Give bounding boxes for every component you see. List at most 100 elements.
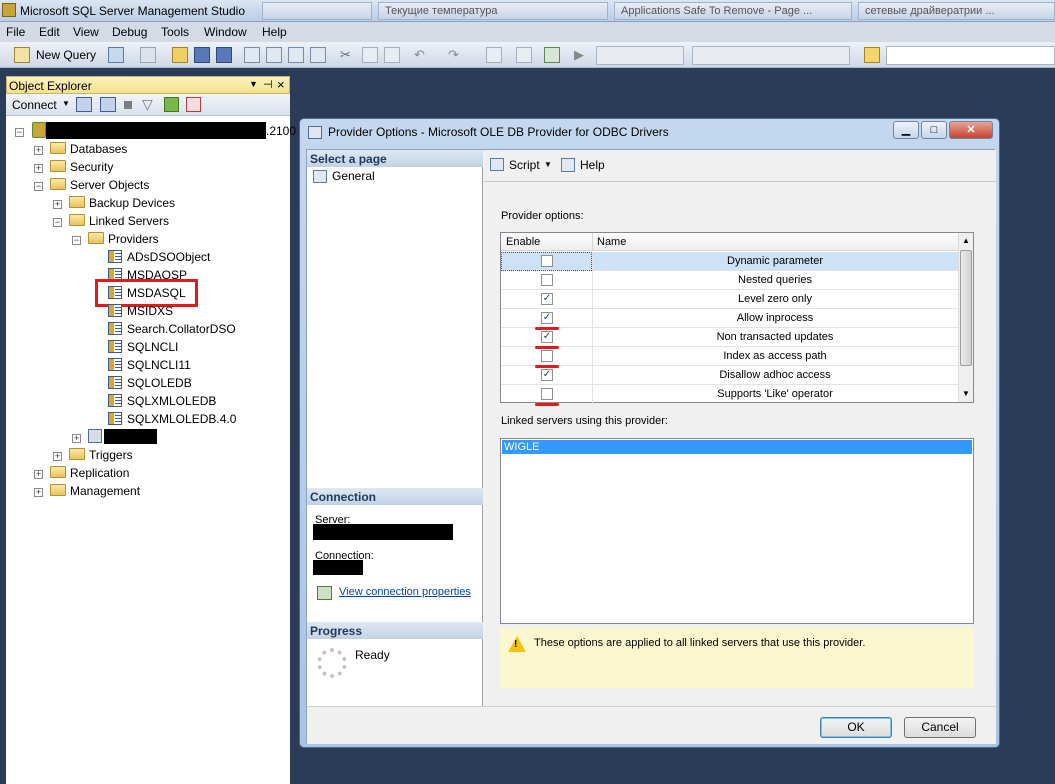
filter-icon[interactable]: ▽ [142, 97, 156, 112]
tree-security[interactable]: Security [70, 160, 113, 174]
tree-databases[interactable]: Databases [70, 142, 127, 156]
script-dropdown-icon[interactable]: ▼ [544, 160, 552, 169]
maximize-icon[interactable]: □ [921, 121, 947, 139]
tree-provider-item[interactable]: ADsDSOObject [127, 250, 210, 264]
save-icon[interactable] [194, 47, 210, 63]
scroll-down-icon[interactable]: ▼ [962, 389, 970, 398]
option-row[interactable]: ✓ Disallow adhoc access [501, 366, 958, 385]
option-row[interactable]: ✓ Non transacted updates [501, 328, 958, 347]
tree-management[interactable]: Management [70, 484, 140, 498]
find-in-files-icon[interactable] [864, 47, 880, 63]
option-checkbox[interactable] [541, 350, 553, 362]
help-button[interactable]: Help [580, 158, 605, 172]
stop-icon[interactable] [124, 101, 132, 109]
tree-provider-item[interactable]: SQLOLEDB [127, 376, 192, 390]
option-row[interactable]: Dynamic parameter [501, 252, 958, 271]
menu-view[interactable]: View [73, 25, 99, 39]
navigate-forward-icon[interactable] [516, 47, 532, 63]
xmla-icon[interactable] [310, 47, 326, 63]
menu-tools[interactable]: Tools [161, 25, 189, 39]
find-combo-input[interactable] [886, 46, 1055, 65]
minimize-icon[interactable]: ▁ [893, 121, 919, 139]
connect-object-explorer-icon[interactable] [76, 97, 92, 112]
navigate-backward-icon[interactable] [486, 47, 502, 63]
option-checkbox[interactable] [541, 255, 553, 267]
collapse-server-objects-icon[interactable]: − [34, 182, 43, 191]
expand-linked-server-icon[interactable]: + [72, 434, 81, 443]
option-checkbox[interactable]: ✓ [541, 312, 553, 324]
tree-provider-item[interactable]: Search.CollatorDSO [127, 322, 236, 336]
save-all-icon[interactable] [216, 47, 232, 63]
tree-provider-item[interactable]: MSIDXS [127, 304, 173, 318]
redo-icon[interactable]: ↷ [448, 47, 464, 63]
col-name[interactable]: Name [597, 236, 626, 248]
expand-security-icon[interactable]: + [34, 164, 43, 173]
refresh-icon[interactable] [164, 97, 179, 112]
option-row[interactable]: ✓ Level zero only [501, 290, 958, 309]
taskbar-tab-4[interactable]: сетевые драйвератрии ... [858, 2, 1055, 20]
mdx-icon[interactable] [266, 47, 282, 63]
option-row[interactable]: Nested queries [501, 271, 958, 290]
taskbar-tab-3[interactable]: Applications Safe To Remove - Page ... [614, 2, 852, 20]
option-checkbox[interactable]: ✓ [541, 369, 553, 381]
tree-backup-devices[interactable]: Backup Devices [89, 196, 175, 210]
close-icon[interactable]: × [277, 77, 285, 92]
option-checkbox[interactable]: ✓ [541, 331, 553, 343]
grid-scrollbar[interactable]: ▲ ▼ [958, 233, 973, 402]
option-checkbox[interactable]: ✓ [541, 293, 553, 305]
ok-button[interactable]: OK [820, 717, 892, 738]
page-general[interactable]: General [332, 169, 375, 183]
disconnect-icon[interactable] [100, 97, 116, 112]
open-file-icon[interactable] [172, 47, 188, 63]
tree-server-objects[interactable]: Server Objects [70, 178, 149, 192]
expand-databases-icon[interactable]: + [34, 146, 43, 155]
connect-dropdown-icon[interactable]: ▼ [62, 99, 70, 108]
menu-window[interactable]: Window [204, 25, 247, 39]
list-item[interactable]: WIGLE [502, 440, 972, 454]
dmx-icon[interactable] [288, 47, 304, 63]
paste-icon[interactable] [384, 47, 400, 63]
option-row[interactable]: ✓ Allow inprocess [501, 309, 958, 328]
option-checkbox[interactable] [541, 388, 553, 400]
scrollbar-thumb[interactable] [960, 250, 972, 366]
tree-provider-item[interactable]: SQLNCLI [127, 340, 178, 354]
table-icon[interactable] [140, 47, 156, 63]
collapse-linked-servers-icon[interactable]: − [53, 218, 62, 227]
pin-icon[interactable]: ⊣ [263, 78, 273, 91]
menu-help[interactable]: Help [262, 25, 287, 39]
collapse-providers-icon[interactable]: − [72, 236, 81, 245]
tree-provider-item[interactable]: SQLNCLI11 [127, 358, 191, 372]
taskbar-tab-1[interactable] [262, 2, 372, 20]
collapse-server-icon[interactable]: − [15, 128, 24, 137]
expand-replication-icon[interactable]: + [34, 470, 43, 479]
solution-config-dropdown[interactable] [596, 46, 684, 65]
tree-triggers[interactable]: Triggers [89, 448, 133, 462]
option-row[interactable]: Supports 'Like' operator [501, 385, 958, 404]
new-query-icon[interactable] [14, 47, 30, 63]
dropdown-arrow-icon[interactable]: ▼ [249, 79, 258, 89]
menu-edit[interactable]: Edit [39, 25, 60, 39]
copy-icon[interactable] [362, 47, 378, 63]
expand-backup-devices-icon[interactable]: + [53, 200, 62, 209]
tree-provider-item[interactable]: SQLXMLOLEDB [127, 394, 216, 408]
scroll-up-icon[interactable]: ▲ [962, 236, 970, 245]
tree-provider-item[interactable]: SQLXMLOLEDB.4.0 [127, 412, 236, 426]
script-button[interactable]: Script [509, 158, 540, 172]
new-query-button[interactable]: New Query [36, 48, 96, 62]
connect-button[interactable]: Connect [12, 98, 57, 112]
menu-file[interactable]: File [6, 25, 25, 39]
option-checkbox[interactable] [541, 274, 553, 286]
activity-monitor-icon[interactable] [244, 47, 260, 63]
view-connection-properties-link[interactable]: View connection properties [339, 586, 471, 598]
stop-filter-icon[interactable] [186, 97, 201, 112]
report-icon[interactable] [544, 47, 560, 63]
taskbar-tab-2[interactable]: Текущие температура [378, 2, 608, 20]
close-icon[interactable]: ✕ [949, 121, 993, 139]
option-row[interactable]: Index as access path [501, 347, 958, 366]
expand-management-icon[interactable]: + [34, 488, 43, 497]
tree-linked-servers[interactable]: Linked Servers [89, 214, 169, 228]
cut-icon[interactable]: ✂ [340, 47, 356, 63]
cancel-button[interactable]: Cancel [904, 717, 976, 738]
expand-triggers-icon[interactable]: + [53, 452, 62, 461]
tree-providers[interactable]: Providers [108, 232, 159, 246]
